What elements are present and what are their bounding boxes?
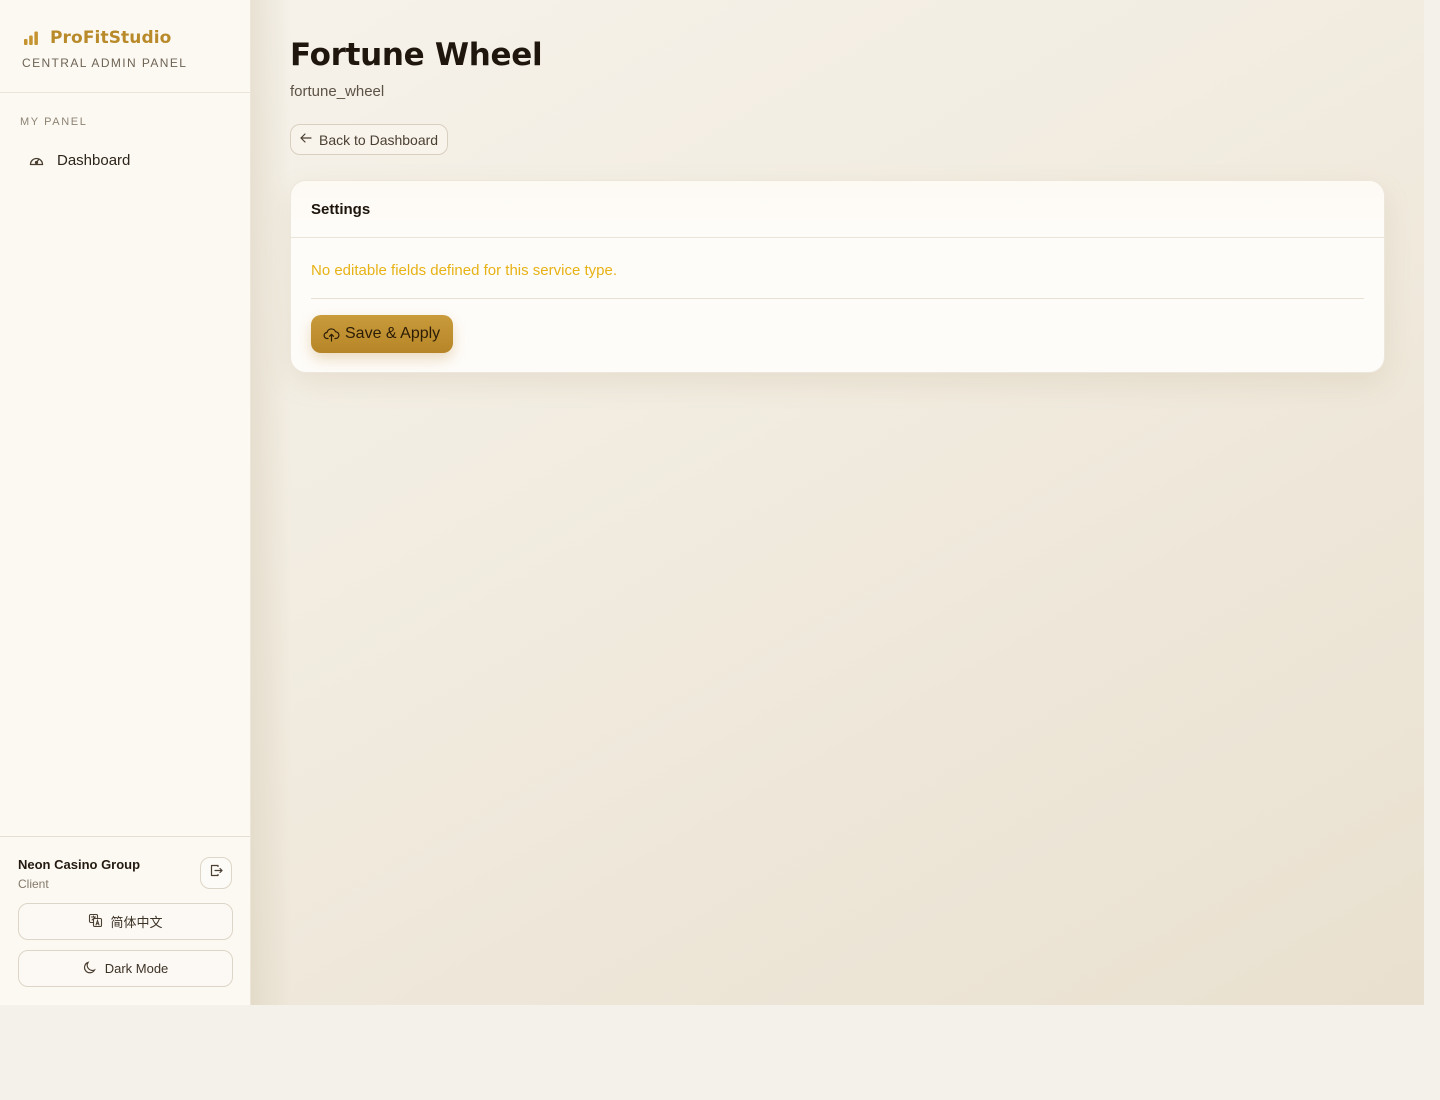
back-button-label: Back to Dashboard [319,131,439,148]
user-info: Neon Casino Group Client [18,857,140,891]
dark-mode-button[interactable]: Dark Mode [18,950,233,987]
back-to-dashboard-button[interactable]: Back to Dashboard [290,124,449,155]
main-content: Fortune Wheel fortune_wheel Back to Dash… [251,0,1424,1005]
gauge-icon [28,152,45,169]
sidebar: ProFitStudio CENTRAL ADMIN PANEL MY PANE… [0,0,251,1005]
logout-icon [209,863,224,883]
save-button-label: Save & Apply [345,325,441,342]
nav-section-title: MY PANEL [20,116,88,128]
language-button[interactable]: 简体中文 [18,903,233,940]
empty-fields-message: No editable fields defined for this serv… [311,262,617,279]
sidebar-item-label: Dashboard [57,151,131,169]
sidebar-footer: Neon Casino Group Client 简体中文 Dark Mode [0,836,250,1005]
brand-subtitle: CENTRAL ADMIN PANEL [22,56,188,70]
user-name: Neon Casino Group [18,857,141,872]
divider [311,298,1364,299]
page-slug: fortune_wheel [290,83,385,100]
user-role: Client [18,877,49,891]
page-title: Fortune Wheel [290,37,543,73]
user-row: Neon Casino Group Client [18,857,232,903]
settings-card-body: No editable fields defined for this serv… [291,238,1384,353]
logout-button[interactable] [200,857,232,889]
bar-chart-icon [22,29,40,47]
cloud-upload-icon [323,326,340,343]
brand-name: ProFitStudio [50,28,172,48]
save-apply-button[interactable]: Save & Apply [311,315,454,353]
settings-card: Settings No editable fields defined for … [290,180,1385,373]
arrow-left-icon [299,131,313,148]
sidebar-item-dashboard[interactable]: Dashboard [8,142,242,178]
translate-icon [88,913,103,931]
brand-row[interactable]: ProFitStudio [22,26,228,50]
moon-icon [83,960,98,978]
app-window: ProFitStudio CENTRAL ADMIN PANEL MY PANE… [0,0,1424,1005]
language-label: 简体中文 [110,915,163,930]
settings-card-title: Settings [291,181,1384,238]
dark-mode-label: Dark Mode [104,961,169,976]
brand-header: ProFitStudio CENTRAL ADMIN PANEL [0,0,250,93]
